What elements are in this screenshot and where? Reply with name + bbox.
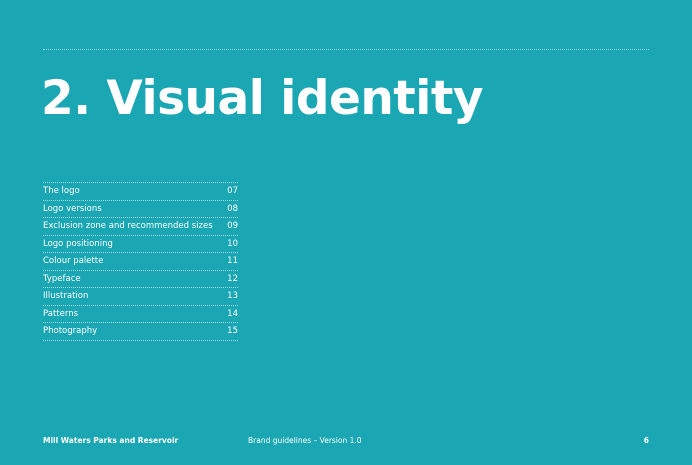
toc-item-label: The logo — [43, 186, 80, 197]
toc-item-page: 15 — [227, 326, 238, 337]
toc-item-label: Typeface — [43, 273, 81, 284]
toc-item-page: 13 — [227, 291, 238, 302]
toc-item-page: 10 — [227, 238, 238, 249]
footer-page-number: 6 — [643, 436, 649, 445]
toc-item-the-logo[interactable]: The logo 07 — [43, 183, 238, 201]
footer-organization: Mill Waters Parks and Reservoir — [43, 436, 179, 445]
toc-item-logo-positioning[interactable]: Logo positioning 10 — [43, 236, 238, 253]
toc-item-logo-versions[interactable]: Logo versions 08 — [43, 201, 238, 218]
section-title: 2. Visual identity — [41, 71, 483, 126]
toc-item-colour-palette[interactable]: Colour palette 11 — [43, 253, 238, 271]
toc-item-illustration[interactable]: Illustration 13 — [43, 288, 238, 306]
toc-item-page: 12 — [227, 273, 238, 284]
toc-item-typeface[interactable]: Typeface 12 — [43, 271, 238, 288]
toc-item-label: Patterns — [43, 308, 79, 319]
toc-item-page: 14 — [227, 308, 238, 319]
toc-item-label: Logo versions — [43, 203, 102, 214]
toc-item-label: Logo positioning — [43, 238, 113, 249]
toc-item-label: Illustration — [43, 291, 89, 302]
table-of-contents: The logo 07 Logo versions 08 Exclusion z… — [43, 182, 238, 341]
toc-item-label: Exclusion zone and recommended sizes — [43, 221, 213, 232]
footer-document-title: Brand guidelines – Version 1.0 — [248, 436, 362, 445]
toc-item-photography[interactable]: Photography 15 — [43, 323, 238, 341]
toc-item-label: Colour palette — [43, 256, 104, 267]
toc-item-exclusion-zone[interactable]: Exclusion zone and recommended sizes 09 — [43, 218, 238, 236]
toc-item-page: 07 — [227, 186, 238, 197]
toc-item-label: Photography — [43, 326, 98, 337]
toc-item-page: 08 — [227, 203, 238, 214]
header-divider — [43, 49, 649, 50]
toc-item-page: 09 — [227, 221, 238, 232]
toc-item-patterns[interactable]: Patterns 14 — [43, 306, 238, 323]
toc-item-page: 11 — [227, 256, 238, 267]
